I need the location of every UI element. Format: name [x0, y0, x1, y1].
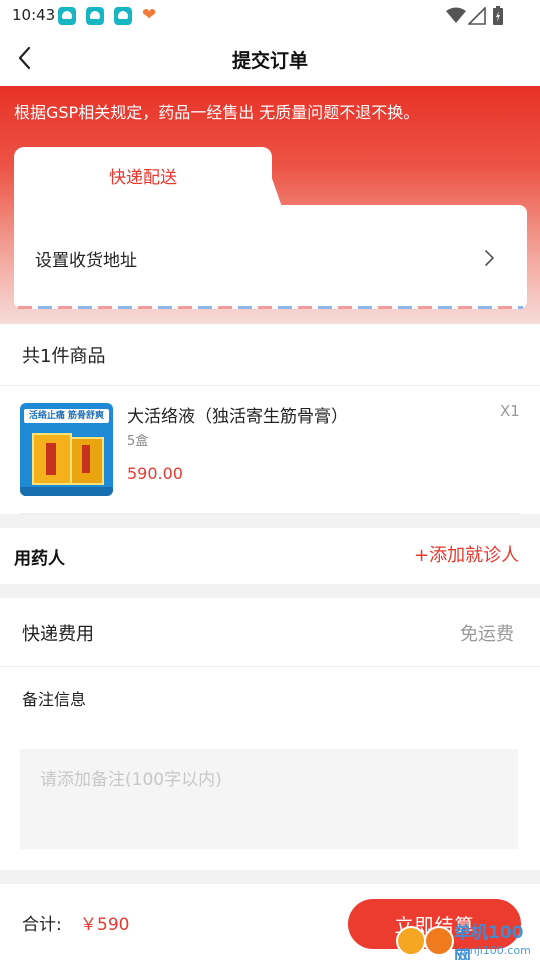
product-price: 590.00: [127, 464, 183, 483]
product-spec: 5盒: [127, 434, 149, 449]
shipping-fee-label: 快递费用: [22, 624, 94, 645]
app-notification-icon: [114, 7, 132, 25]
battery-icon: [493, 6, 503, 25]
heart-app-icon: ❤: [142, 5, 157, 25]
watermark-url: danji100.com: [456, 944, 531, 957]
shipping-fee-value: 免运费: [460, 624, 514, 645]
tab-express-delivery-label: 快递配送: [109, 168, 177, 188]
signal-icon: [468, 7, 486, 25]
add-patient-button[interactable]: +添加就诊人: [414, 541, 519, 567]
product-image[interactable]: 活络止痛 筋骨舒爽: [20, 403, 113, 496]
goods-count: 共1件商品: [22, 346, 106, 367]
product-quantity: X1: [500, 402, 520, 420]
app-notification-icon: [58, 7, 76, 25]
remark-label: 备注信息: [22, 690, 87, 709]
remark-input[interactable]: [20, 749, 518, 849]
product-image-caption: 活络止痛 筋骨舒爽: [28, 411, 105, 421]
return-policy-notice: 根据GSP相关规定，药品一经售出 无质量问题不退不换。: [14, 103, 420, 122]
app-notification-icon: [86, 7, 104, 25]
divider: [0, 666, 540, 667]
watermark-face-icon: [424, 926, 454, 956]
product-name[interactable]: 大活络液（独活寄生筋骨膏）: [127, 402, 348, 427]
total-amount: ￥590: [80, 915, 130, 935]
wifi-icon: [446, 7, 466, 23]
chevron-right-icon: [485, 250, 494, 266]
patient-label: 用药人: [14, 549, 65, 569]
divider: [20, 513, 520, 514]
divider: [0, 385, 540, 386]
envelope-stripe: [18, 306, 523, 309]
set-address-label: 设置收货地址: [35, 251, 137, 271]
page-title: 提交订单: [231, 50, 308, 72]
status-time: 10:43: [12, 6, 56, 24]
total-label: 合计:: [22, 915, 62, 935]
watermark-plus-icon: [396, 926, 426, 956]
